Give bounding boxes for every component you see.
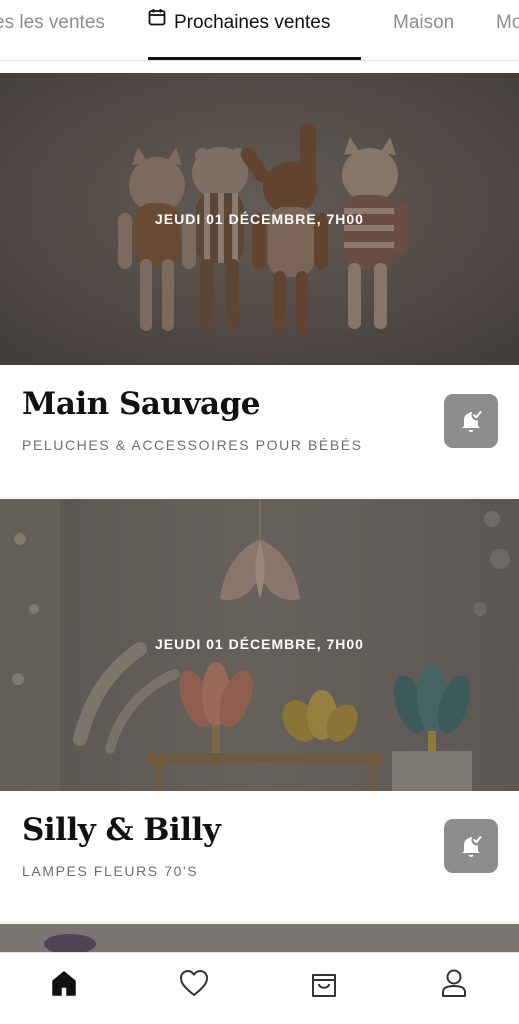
sale-date: JEUDI 01 DÉCEMBRE, 7H00 (155, 211, 364, 227)
tab-upcoming-sales[interactable]: Prochaines ventes (148, 8, 331, 36)
notify-me-button[interactable] (444, 394, 498, 448)
nav-cart[interactable] (308, 967, 340, 999)
tab-maison[interactable]: Maison (393, 10, 454, 36)
sale-image-next[interactable] (0, 924, 519, 952)
nav-profile[interactable] (438, 967, 470, 999)
sale-image-silly-billy[interactable]: JEUDI 01 DÉCEMBRE, 7H00 (0, 499, 519, 791)
bottom-navigation (0, 952, 519, 1024)
profile-icon (442, 969, 466, 997)
brand-description: LAMPES FLEURS 70'S (22, 863, 199, 879)
sales-tab-bar: es les ventes Prochaines ventes Maison M… (0, 0, 519, 61)
nav-home[interactable] (48, 967, 80, 999)
tab-upcoming-label: Prochaines ventes (174, 12, 331, 33)
calendar-icon (148, 8, 166, 34)
tab-mode[interactable]: Mo (496, 10, 519, 36)
next-sale-photo (0, 924, 519, 952)
active-tab-indicator (148, 57, 361, 60)
sale-image-main-sauvage[interactable]: JEUDI 01 DÉCEMBRE, 7H00 (0, 73, 519, 365)
card-separator (0, 497, 519, 498)
notify-me-button[interactable] (444, 819, 498, 873)
brand-description: PELUCHES & ACCESSOIRES POUR BÉBÉS (22, 437, 363, 453)
sale-date: JEUDI 01 DÉCEMBRE, 7H00 (155, 636, 364, 652)
tab-all-sales[interactable]: es les ventes (0, 10, 105, 36)
home-icon (52, 971, 76, 996)
card-separator (0, 922, 519, 923)
shopping-bag-icon (312, 974, 336, 997)
nav-favorites[interactable] (178, 967, 210, 999)
bell-check-icon (462, 834, 483, 857)
bell-check-icon (462, 409, 483, 432)
brand-name[interactable]: Main Sauvage (22, 386, 261, 422)
brand-name[interactable]: Silly & Billy (22, 812, 221, 848)
heart-icon (179, 969, 209, 997)
scrollbar-thumb[interactable] (511, 660, 515, 712)
